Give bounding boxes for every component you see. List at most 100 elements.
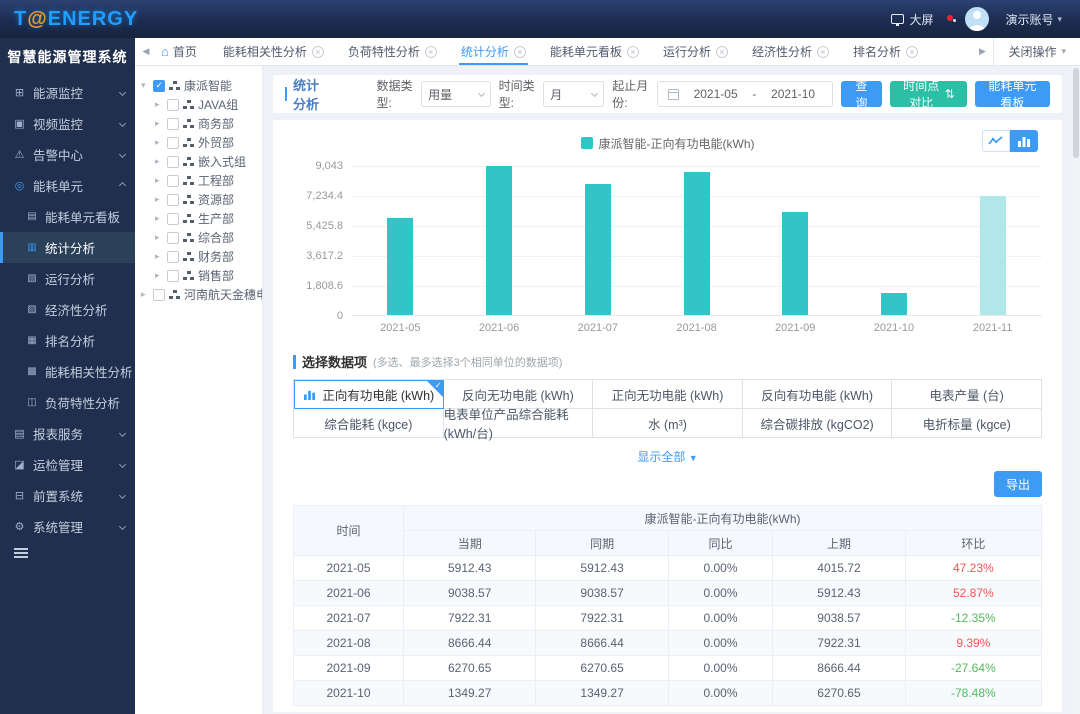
tree-node[interactable]: ▸嵌入式组 [141,152,262,171]
data-item-forward-reactive-energy[interactable]: 正向无功电能 (kWh) [593,380,743,409]
caret-right-icon[interactable]: ▸ [155,137,163,148]
line-chart-button[interactable] [982,130,1010,152]
sidebar-item-system-admin[interactable]: ⚙系统管理 [0,511,135,542]
checkbox[interactable] [153,289,165,301]
tree-node[interactable]: ▸商务部 [141,114,262,133]
checkbox[interactable] [167,232,179,244]
sidebar-item-economic-analysis[interactable]: ▨经济性分析 [0,294,135,325]
tab-correlation-analysis[interactable]: 能耗相关性分析 [211,38,336,65]
tab-operation-analysis[interactable]: 运行分析 [651,38,740,65]
big-screen-button[interactable]: 大屏 [891,11,933,28]
sidebar-item-load-characteristic[interactable]: ◫负荷特性分析 [0,387,135,418]
caret-right-icon[interactable]: ▸ [155,213,163,224]
tree-node-sibling[interactable]: ▸河南航天金穗电子有 [141,285,262,304]
caret-right-icon[interactable]: ▸ [155,156,163,167]
query-button[interactable]: 查询 [841,81,882,107]
caret-right-icon[interactable]: ▸ [155,194,163,205]
tree-node[interactable]: ▸外贸部 [141,133,262,152]
range-end-value[interactable]: 2021-10 [764,87,821,101]
tab-economic-analysis[interactable]: 经济性分析 [740,38,841,65]
data-item-reverse-active-energy[interactable]: 反向有功电能 (kWh) [743,380,893,409]
chart-bar[interactable] [980,196,1006,315]
tree-node[interactable]: ▸工程部 [141,171,262,190]
data-item-unit-product-energy[interactable]: 电表单位产品综合能耗 (kWh/台) [444,409,594,438]
close-icon[interactable] [627,46,639,58]
close-operations-menu[interactable]: 关闭操作 ▾ [993,38,1080,65]
checkbox[interactable] [167,213,179,225]
caret-right-icon[interactable]: ▸ [155,251,163,262]
range-start-value[interactable]: 2021-05 [687,87,744,101]
month-range-picker[interactable]: 2021-05 - 2021-10 [657,81,833,107]
sidebar-item-operation-analysis[interactable]: ▧运行分析 [0,263,135,294]
caret-right-icon[interactable]: ▸ [141,289,149,300]
chart-legend[interactable]: 康派智能-正向有功电能(kWh) [581,135,755,152]
sidebar-item-video-monitor[interactable]: ▣视频监控 [0,108,135,139]
close-icon[interactable] [716,46,728,58]
checkbox[interactable] [167,137,179,149]
tree-node[interactable]: ▸JAVA组 [141,95,262,114]
caret-right-icon[interactable]: ▸ [155,175,163,186]
checkbox[interactable] [167,175,179,187]
caret-right-icon[interactable]: ▸ [155,232,163,243]
data-type-select[interactable]: 用量 [421,81,491,107]
data-item-electricity-standard[interactable]: 电折标量 (kgce) [892,409,1042,438]
sidebar-item-maintenance[interactable]: ◪运检管理 [0,449,135,480]
tab-home[interactable]: ⌂ 首页 [157,38,211,65]
sidebar-item-energy-monitor[interactable]: ⊞能源监控 [0,77,135,108]
chart-bar[interactable] [881,293,907,315]
tree-node-root[interactable]: ▾ 康派智能 [141,76,262,95]
tab-energy-unit-board[interactable]: 能耗单元看板 [538,38,651,65]
checkbox[interactable] [167,156,179,168]
export-button[interactable]: 导出 [994,471,1042,497]
scrollbar[interactable] [1072,66,1080,714]
close-icon[interactable] [514,46,526,58]
avatar[interactable] [965,7,989,31]
checkbox[interactable] [167,194,179,206]
checkbox[interactable] [167,118,179,130]
checkbox[interactable] [167,251,179,263]
sidebar-item-energy-unit-board[interactable]: ▤能耗单元看板 [0,201,135,232]
close-icon[interactable] [425,46,437,58]
tab-ranking-analysis[interactable]: 排名分析 [841,38,930,65]
close-icon[interactable] [312,46,324,58]
chart-bar[interactable] [684,172,710,315]
chart-bar[interactable] [782,212,808,315]
caret-down-icon[interactable]: ▾ [141,80,149,91]
chart-bar[interactable] [387,218,413,315]
tab-load-characteristic[interactable]: 负荷特性分析 [336,38,449,65]
time-compare-button[interactable]: 时间点对比⇅ [890,81,967,107]
data-item-water[interactable]: 水 (m³) [593,409,743,438]
time-type-select[interactable]: 月 [543,81,604,107]
tree-node[interactable]: ▸销售部 [141,266,262,285]
tree-node[interactable]: ▸资源部 [141,190,262,209]
sidebar-item-ranking-analysis[interactable]: ▦排名分析 [0,325,135,356]
data-item-meter-output[interactable]: 电表产量 (台) [892,380,1042,409]
tabs-scroll-right-icon[interactable]: ▶ [971,46,993,57]
sidebar-item-report-service[interactable]: ▤报表服务 [0,418,135,449]
data-item-comprehensive-energy[interactable]: 综合能耗 (kgce) [294,409,444,438]
close-icon[interactable] [906,46,918,58]
tree-node[interactable]: ▸综合部 [141,228,262,247]
caret-right-icon[interactable]: ▸ [155,99,163,110]
sidebar-item-alarm-center[interactable]: ⚠告警中心 [0,139,135,170]
chart-bar[interactable] [486,166,512,315]
checkbox[interactable] [167,99,179,111]
caret-right-icon[interactable]: ▸ [155,118,163,129]
energy-unit-board-button[interactable]: 能耗单元看板 [975,81,1050,107]
tab-statistic-analysis[interactable]: 统计分析 [449,38,538,65]
account-menu[interactable]: 演示账号 ▾ [1005,11,1062,28]
tree-node[interactable]: ▸财务部 [141,247,262,266]
scrollbar-thumb[interactable] [1073,68,1079,158]
sidebar-item-energy-unit[interactable]: ◎能耗单元 [0,170,135,201]
sidebar-item-front-system[interactable]: ⊟前置系统 [0,480,135,511]
data-item-carbon-emission[interactable]: 综合碳排放 (kgCO2) [743,409,893,438]
show-all-toggle[interactable]: 显示全部 ▼ [293,448,1042,465]
caret-right-icon[interactable]: ▸ [155,270,163,281]
sidebar-collapse-toggle[interactable] [14,548,28,558]
bar-chart-button[interactable] [1010,130,1038,152]
sidebar-item-correlation-analysis[interactable]: ▩能耗相关性分析 [0,356,135,387]
tree-node[interactable]: ▸生产部 [141,209,262,228]
chart-bar[interactable] [585,184,611,315]
data-item-forward-active-energy[interactable]: 正向有功电能 (kWh) [294,380,444,409]
checkbox[interactable] [167,270,179,282]
